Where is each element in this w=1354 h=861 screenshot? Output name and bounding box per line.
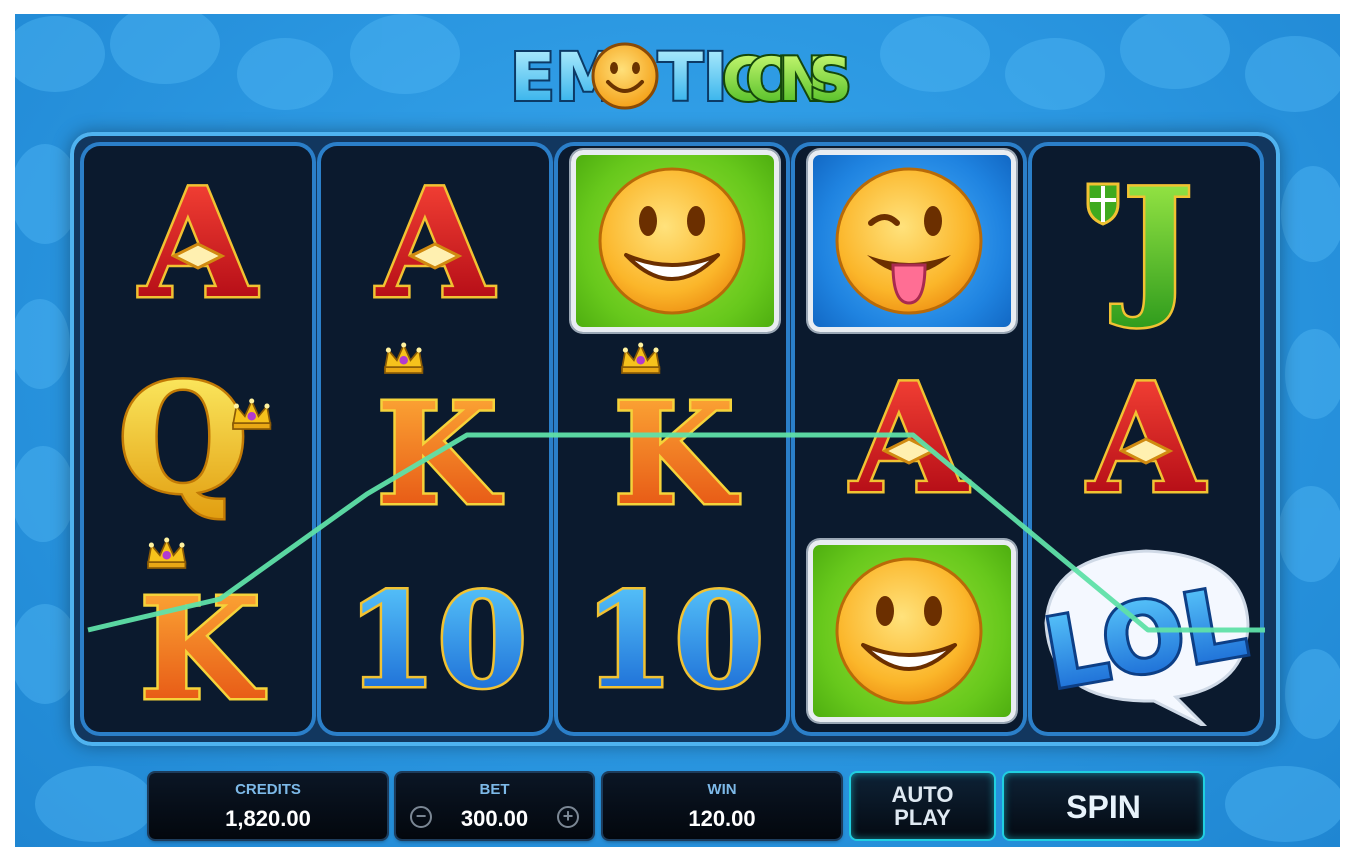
reel-5-symbol-3: LOL: [1036, 536, 1256, 726]
win-panel: WIN 120.00: [603, 773, 841, 839]
svg-text:10: 10: [584, 564, 765, 717]
autoplay-label-line2: PLAY: [894, 805, 951, 830]
reel-5-symbol-2: A: [1036, 341, 1256, 531]
emoji-smile-green-icon: [598, 167, 746, 315]
letter-a-icon: A: [372, 154, 498, 335]
bet-increase-button[interactable]: +: [557, 806, 579, 828]
credits-label: CREDITS: [235, 781, 301, 798]
lol-bubble-icon: LOL: [1036, 549, 1256, 726]
reel-3: K 10: [558, 146, 786, 732]
reel-5: J A LOL: [1032, 146, 1260, 732]
letter-k-icon: K: [137, 537, 268, 726]
reel-2-symbol-3: 10: [325, 536, 545, 726]
logo-smiley-icon: [591, 42, 659, 110]
letter-a-icon: A: [846, 349, 972, 530]
reel-4: A: [795, 146, 1023, 732]
reel-3-symbol-1: [562, 146, 782, 336]
reel-2: A K 10: [321, 146, 549, 732]
svg-text:K: K: [139, 568, 265, 726]
reel-2-symbol-2: K: [325, 341, 545, 531]
reel-1: A Q: [84, 146, 312, 732]
svg-text:J: J: [1112, 156, 1194, 332]
letter-q-icon: Q: [115, 349, 272, 530]
emoji-smile-green-icon: [835, 557, 983, 705]
reel-1-symbol-2: Q: [88, 341, 308, 531]
letter-10-icon: 10: [581, 562, 767, 720]
svg-text:K: K: [613, 373, 739, 531]
logo-part-3: COINS: [722, 45, 852, 115]
logo-part-2: TI: [658, 39, 728, 116]
win-value: 120.00: [688, 806, 756, 831]
svg-text:Q: Q: [118, 351, 249, 527]
spin-button[interactable]: SPIN: [1004, 773, 1203, 839]
reel-4-symbol-1: [799, 146, 1019, 336]
reel-4-symbol-2: A: [799, 341, 1019, 531]
reels-frame: A Q: [70, 132, 1280, 746]
letter-a-icon: A: [1083, 349, 1209, 530]
letter-k-icon: K: [374, 342, 505, 531]
reel-3-symbol-3: 10: [562, 536, 782, 726]
letter-a-icon: A: [135, 154, 261, 335]
credits-panel: CREDITS 1,820.00: [149, 773, 387, 839]
spin-label: SPIN: [1066, 789, 1141, 825]
reel-3-symbol-2: K: [562, 341, 782, 531]
reel-1-symbol-1: A: [88, 146, 308, 336]
game-logo: EM TI COINS: [500, 18, 860, 128]
bet-panel: BET − 300.00 +: [396, 773, 593, 839]
reel-2-symbol-1: A: [325, 146, 545, 336]
reel-4-symbol-3: [799, 536, 1019, 726]
autoplay-label-line1: AUTO: [891, 782, 954, 807]
slot-game: EM TI COINS A: [15, 14, 1340, 847]
letter-k-icon: K: [611, 342, 742, 531]
win-label: WIN: [707, 781, 737, 798]
emoji-wink-blue-icon: [835, 167, 983, 315]
reel-5-symbol-1: J: [1036, 146, 1256, 336]
bet-label: BET: [479, 781, 510, 798]
letter-10-icon: 10: [344, 562, 530, 720]
autoplay-button[interactable]: AUTO PLAY: [851, 773, 994, 839]
reel-1-symbol-3: K: [88, 536, 308, 726]
logo-graphic: EM TI COINS: [508, 37, 854, 118]
credits-value: 1,820.00: [225, 806, 311, 831]
svg-text:10: 10: [347, 564, 528, 717]
letter-j-icon: J: [1086, 154, 1196, 335]
svg-text:K: K: [376, 373, 502, 531]
